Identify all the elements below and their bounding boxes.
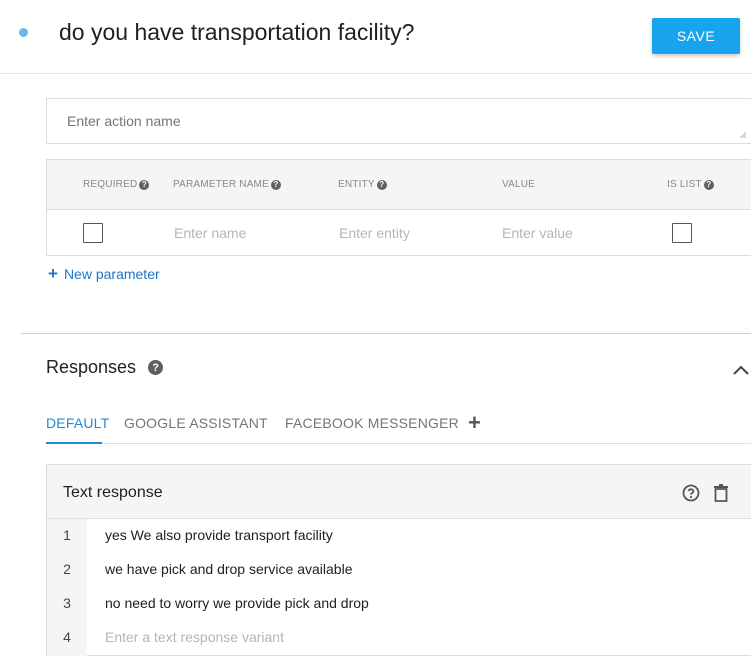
- line-number: 2: [63, 561, 71, 577]
- column-label: PARAMETER NAME: [173, 179, 269, 190]
- new-parameter-link[interactable]: + New parameter: [48, 264, 160, 283]
- help-icon[interactable]: ?: [703, 179, 714, 190]
- tab-default[interactable]: DEFAULT: [46, 415, 109, 431]
- text-response-title: Text response: [63, 484, 163, 501]
- action-name-input[interactable]: [67, 113, 667, 129]
- column-label: ENTITY: [338, 179, 375, 190]
- text-response-row[interactable]: yes We also provide transport facility: [105, 527, 333, 543]
- line-number: 4: [63, 629, 71, 645]
- tab-facebook-messenger[interactable]: FACEBOOK MESSENGER: [285, 415, 459, 431]
- line-number: 3: [63, 595, 71, 611]
- column-label: VALUE: [502, 179, 536, 190]
- tab-google-assistant[interactable]: GOOGLE ASSISTANT: [124, 415, 268, 431]
- parameters-table: REQUIRED ? PARAMETER NAME ? ENTITY ? VAL…: [46, 159, 751, 256]
- is-list-checkbox[interactable]: [672, 223, 692, 243]
- trash-icon[interactable]: [713, 484, 729, 502]
- column-label: IS LIST: [667, 179, 702, 190]
- value-input[interactable]: Enter value: [502, 225, 573, 241]
- text-response-card: Text response 1 yes We also provide tran…: [46, 464, 751, 656]
- help-icon[interactable]: ?: [376, 179, 387, 190]
- responses-section-title: Responses ?: [46, 357, 164, 378]
- parameters-header: REQUIRED ? PARAMETER NAME ? ENTITY ? VAL…: [47, 160, 751, 210]
- new-text-response-input[interactable]: Enter a text response variant: [105, 629, 284, 645]
- action-name-field[interactable]: [46, 98, 751, 144]
- save-button[interactable]: SAVE: [652, 18, 740, 54]
- help-icon[interactable]: [682, 484, 700, 502]
- column-value: VALUE: [502, 179, 535, 190]
- column-entity: ENTITY ?: [338, 179, 387, 190]
- column-is-list: IS LIST ?: [667, 179, 714, 190]
- resize-handle-icon[interactable]: [740, 132, 746, 138]
- entity-input[interactable]: Enter entity: [339, 225, 410, 241]
- text-response-row[interactable]: we have pick and drop service available: [105, 561, 352, 577]
- text-response-header: Text response: [47, 465, 751, 519]
- new-parameter-label: New parameter: [63, 266, 160, 282]
- parameter-name-input[interactable]: Enter name: [174, 225, 246, 241]
- response-tabs: DEFAULT GOOGLE ASSISTANT FACEBOOK MESSEN…: [46, 404, 751, 444]
- section-divider: [21, 333, 751, 334]
- line-number: 1: [63, 527, 71, 543]
- add-tab-plus-icon[interactable]: +: [468, 410, 481, 436]
- intent-title[interactable]: do you have transportation facility?: [59, 19, 414, 46]
- help-icon[interactable]: ?: [139, 179, 150, 190]
- required-checkbox[interactable]: [83, 223, 103, 243]
- column-label: REQUIRED: [83, 179, 138, 190]
- intent-header: do you have transportation facility? SAV…: [0, 0, 751, 74]
- status-dot-icon: [19, 28, 28, 37]
- responses-title: Responses: [46, 357, 137, 377]
- text-response-row[interactable]: no need to worry we provide pick and dro…: [105, 595, 369, 611]
- active-tab-indicator: [46, 442, 102, 444]
- chevron-up-icon[interactable]: [733, 364, 749, 376]
- help-icon[interactable]: ?: [148, 360, 164, 375]
- help-icon[interactable]: ?: [270, 179, 281, 190]
- column-parameter-name: PARAMETER NAME ?: [173, 179, 281, 190]
- plus-icon: +: [48, 264, 58, 283]
- column-required: REQUIRED ?: [83, 179, 150, 190]
